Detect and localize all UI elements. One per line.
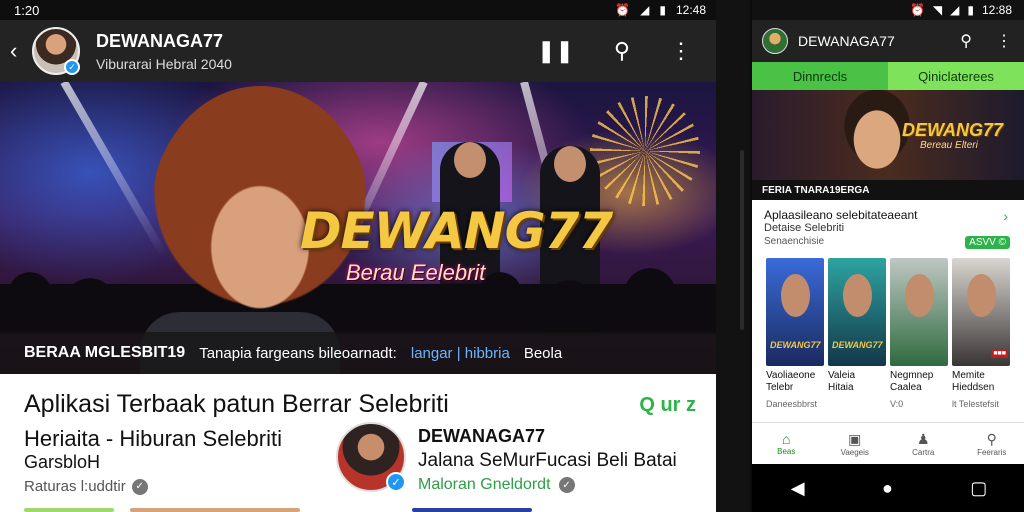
section-title: Aplaasileano selebitateaeant bbox=[764, 208, 918, 222]
bottom-navigation: ⌂ Beas ▣ Vaegeis ♟ Cartra ⚲ Feeraris bbox=[752, 422, 1024, 464]
author-meta: Maloran Gneldordt ✓ bbox=[418, 476, 575, 494]
recents-square-icon[interactable]: ▢ bbox=[970, 478, 987, 499]
search-icon: ⚲ bbox=[986, 430, 997, 447]
quiz-badge[interactable]: Q ur z bbox=[639, 394, 696, 417]
left-phone-screen: 1:20 ⏰ ◢ ▮ 12:48 ‹ ✓ DEWANAGA77 Viburara… bbox=[0, 0, 716, 512]
channel-avatar[interactable] bbox=[762, 28, 788, 54]
app-subtitle: Heriaita - Hiburan Selebriti bbox=[24, 426, 282, 451]
thumbnail-caption: Memite Hieddsen lt Telestefsit bbox=[952, 370, 999, 409]
home-circle-icon[interactable]: ● bbox=[882, 478, 893, 499]
video-icon: ▣ bbox=[848, 430, 862, 447]
section-subtitle: Detaise Selebriti bbox=[764, 222, 845, 234]
home-icon: ⌂ bbox=[782, 431, 791, 447]
section-badge: ASVV © bbox=[965, 236, 1010, 249]
card-strip bbox=[24, 508, 532, 512]
tab-quiz[interactable]: Qiniclaterees bbox=[888, 62, 1024, 90]
battery-icon: ▮ bbox=[967, 3, 974, 17]
thumbnail-row: DEWANG77 DEWANG77 ■■■ bbox=[752, 258, 1024, 366]
thumbnail-card[interactable]: ■■■ bbox=[952, 258, 1010, 366]
author-description: Jalana SeMurFucasi Beli Batai bbox=[418, 450, 677, 471]
tab-bar: Dinnrecls Qiniclaterees bbox=[752, 62, 1024, 90]
status-time: 1:20 bbox=[14, 2, 40, 18]
channel-subtitle: Viburarai Hebral 2040 bbox=[96, 55, 232, 72]
signal-icon: ◢ bbox=[950, 3, 960, 17]
verified-icon: ✓ bbox=[386, 472, 406, 492]
right-phone-screen: ⏰ ◥ ◢ ▮ 12:88 DEWANAGA77 ⚲ ⋮ Dinnrecls Q… bbox=[750, 0, 1024, 512]
device-gap bbox=[716, 0, 750, 512]
thumbnail-card[interactable]: DEWANG77 bbox=[828, 258, 886, 366]
back-triangle-icon[interactable]: ◀ bbox=[791, 478, 805, 499]
brand-logo: DEWANG77 bbox=[300, 202, 613, 260]
author-avatar[interactable]: ✓ bbox=[336, 422, 406, 492]
brand-subtitle: Bereau Elteri bbox=[920, 140, 978, 151]
more-vert-icon[interactable]: ⋮ bbox=[670, 38, 692, 64]
status-bar: ⏰ ◥ ◢ ▮ 12:88 bbox=[752, 0, 1024, 20]
live-badge: ■■■ bbox=[991, 349, 1008, 358]
hero-banner[interactable]: DEWANG77 Berau Eelebrit BERAA MGLESBIT19… bbox=[0, 82, 716, 374]
thumbnail-caption: Vaoliaeone Telebr Daneesbbrst bbox=[766, 370, 818, 409]
thumbnail-captions: Vaoliaeone Telebr Daneesbbrst Valeia Hit… bbox=[752, 366, 1024, 410]
channel-appbar: ‹ ✓ DEWANAGA77 Viburarai Hebral 2040 ❚❚ … bbox=[0, 20, 716, 82]
system-navigation: ◀ ● ▢ bbox=[752, 464, 1024, 512]
section-header[interactable]: Aplaasileano selebitateaeant Detaise Sel… bbox=[752, 200, 1024, 258]
search-icon[interactable]: ⚲ bbox=[960, 31, 972, 51]
person-icon: ♟ bbox=[916, 430, 930, 447]
channel-appbar: DEWANAGA77 ⚲ ⋮ bbox=[752, 20, 1024, 62]
nav-home[interactable]: ⌂ Beas bbox=[752, 423, 821, 464]
nav-videos[interactable]: ▣ Vaegeis bbox=[821, 423, 890, 464]
check-icon: ✓ bbox=[558, 477, 575, 493]
channel-name: DEWANAGA77 bbox=[96, 30, 224, 51]
battery-icon: ▮ bbox=[659, 3, 666, 17]
nav-search[interactable]: ⚲ Feeraris bbox=[958, 423, 1024, 464]
firework-graphic bbox=[590, 96, 700, 206]
caption-title: BERAA MGLESBIT19 bbox=[24, 344, 186, 361]
search-icon[interactable]: ⚲ bbox=[614, 38, 630, 64]
thumbnail-card[interactable]: DEWANG77 bbox=[766, 258, 824, 366]
more-vert-icon[interactable]: ⋮ bbox=[996, 31, 1012, 51]
status-bar: 1:20 ⏰ ◢ ▮ 12:48 bbox=[0, 0, 716, 20]
status-clock: 12:88 bbox=[981, 3, 1012, 17]
alarm-icon: ⏰ bbox=[909, 3, 925, 17]
app-info-panel: Aplikasi Terbaak patun Berrar Selebriti … bbox=[0, 374, 716, 512]
author-name[interactable]: DEWANAGA77 bbox=[418, 426, 545, 447]
nav-center[interactable]: ♟ Cartra bbox=[889, 423, 958, 464]
thumbnail-tag: DEWANG77 bbox=[770, 340, 821, 350]
thumbnail-card[interactable] bbox=[890, 258, 948, 366]
app-subtitle-2: GarsbloH bbox=[24, 452, 101, 472]
verified-icon: ✓ bbox=[64, 59, 80, 75]
wifi-icon: ◥ bbox=[932, 3, 943, 17]
thumbnail-caption: Valeia Hitaia bbox=[828, 370, 856, 393]
banner-caption: BERAA MGLESBIT19 Tanapia fargeans bileoa… bbox=[0, 332, 716, 374]
thumbnail-tag: DEWANG77 bbox=[832, 340, 883, 350]
banner-caption: FERIA TNARA19ERGA bbox=[752, 180, 1024, 200]
bookmark-icon[interactable]: ❚❚ bbox=[537, 38, 574, 64]
brand-subtitle: Berau Eelebrit bbox=[346, 260, 486, 285]
check-icon: ✓ bbox=[131, 478, 148, 495]
alarm-icon: ⏰ bbox=[615, 3, 631, 17]
thumbnail-caption: Negmnep Caalea V:0 bbox=[890, 370, 934, 409]
signal-icon: ◢ bbox=[640, 3, 650, 17]
hero-banner[interactable]: DEWANG77 Bereau Elteri bbox=[752, 90, 1024, 180]
channel-name: DEWANAGA77 bbox=[798, 33, 895, 49]
tab-discover[interactable]: Dinnrecls bbox=[752, 62, 888, 90]
caption-text: Tanapia fargeans bileoarnadt: bbox=[199, 344, 397, 362]
brand-logo: DEWANG77 bbox=[902, 120, 1004, 140]
chevron-right-icon[interactable]: › bbox=[1003, 208, 1008, 224]
back-icon[interactable]: ‹ bbox=[10, 38, 26, 64]
app-meta: Raturas l:uddtir ✓ bbox=[24, 478, 148, 495]
status-clock: 12:48 bbox=[675, 3, 706, 17]
app-title: Aplikasi Terbaak patun Berrar Selebriti bbox=[24, 390, 449, 418]
caption-tail: Beola bbox=[523, 344, 563, 362]
channel-avatar[interactable]: ✓ bbox=[32, 27, 80, 75]
caption-link[interactable]: langar | hibbria bbox=[411, 345, 510, 362]
